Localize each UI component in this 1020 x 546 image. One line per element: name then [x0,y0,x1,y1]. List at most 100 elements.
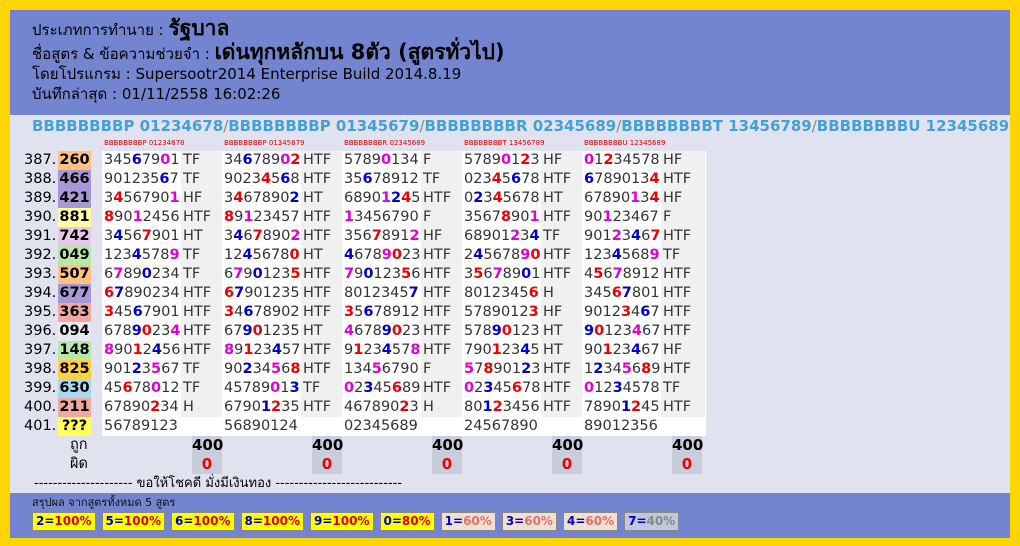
formula-digits: 35678912 [344,228,420,244]
formula-digits: 01234578 [584,380,660,396]
formula-position-tag: HTF [661,398,705,417]
formula-cell: 68901245 HTF [342,189,466,208]
formula-column: BBBBBBBBU 12345689 01234578 HF 67890134 HTF 6… [582,138,706,436]
formula-cell: 67901235 HTF [222,284,346,303]
formula-cell: 90234568 HTF [222,360,346,379]
formula-digits: 02345689 [344,380,421,396]
formula-summary-box: 400 0 [552,436,583,474]
summary-badge: 4=60% [562,512,619,531]
formula-cell: 67890134 HF [582,189,706,208]
formula-digits: 57890134 [344,152,419,168]
formula-digits: 34678902 [224,190,300,206]
formula-cell: 02345678 HTF [462,170,586,189]
formula-digits: 57890123 [464,361,541,377]
formula-position-tag: H [541,284,585,303]
formula-cell: 46789023 HTF [342,322,466,341]
miss-count: 0 [561,455,573,473]
formula-cell: 78901245 HTF [582,398,706,417]
formula-position-tag: HTF [661,265,705,284]
formula-position-tag: HTF [661,322,705,341]
formula-digits: 02345689 [344,418,418,434]
summary-badge: 8=100% [240,512,304,531]
formula-position-tag: HF [541,303,585,322]
formula-position-tag: F [661,208,705,227]
formula-position-tag: HTF [181,284,225,303]
draw-number: 400. [24,399,57,415]
formula-position-tag: HTF [181,208,225,227]
formula-digits: 56789123 [104,418,178,434]
formula-position-tag: HTF [421,341,465,360]
formula-cell: 90123567 TF [102,360,226,379]
formula-cell: 90123467 F [582,208,706,227]
prediction-type-line: ประเภทการทำนาย : รัฐบาล [32,16,1010,40]
draw-result: 094 [58,322,91,341]
draw-number: 391. [24,228,57,244]
formula-cell: 57890134 F [342,151,466,170]
draw-number: 390. [24,209,57,225]
formula-digits: 56890124 [224,418,298,434]
draw-row-label: 393. 507 [24,265,91,284]
formula-cell: 02345689 HTF [342,379,466,398]
formula-cell: 46789023 H [342,398,466,417]
draw-number: 397. [24,342,57,358]
prediction-type-value: รัฐบาล [168,16,230,40]
formula-mini-title: BBBBBBBBT 13456789 [464,139,545,147]
prediction-type-label: ประเภทการทำนาย : [32,21,164,39]
formula-cell: 67901235 HTF [222,398,346,417]
formula-cell: 35678901 HTF [462,208,586,227]
formula-position-tag: HTF [181,303,225,322]
formula-digits: 34567901 [104,152,180,168]
formula-position-tag: HTF [541,265,585,284]
draw-row-label: 389. 421 [24,189,91,208]
formula-name-label: ชื่อสูตร & ข้อความช่วยจำ : [32,45,210,63]
formula-digits: 68901234 [464,228,540,244]
formula-cell: 90123467 HTF [582,227,706,246]
formula-mini-title: BBBBBBBBU 12345689 [584,139,666,147]
hit-count: 400 [192,436,224,454]
draw-result: 742 [58,227,91,246]
badge-digit: 8 [244,514,253,528]
summary-badge: 9=100% [310,512,374,531]
formula-digits: 67890134 [584,190,660,206]
badge-percent: 100% [262,514,300,528]
formula-digits: 90123467 [584,323,661,339]
formula-digits: 02345678 [464,380,541,396]
draw-result: ??? [58,417,91,436]
draw-number: 394. [24,285,57,301]
formula-cell: 89012456 HTF [102,341,226,360]
formula-cell: 34567901 TF [102,151,226,170]
hit-count: 400 [432,436,464,454]
formula-cell: 34678902 HTF [222,151,346,170]
formula-summary-box: 400 0 [432,436,464,474]
formula-position-tag: HF [421,227,465,246]
formula-bar: BBBBBBBBP 01234678/BBBBBBBBP 01345679/BB… [10,116,1010,136]
formula-cell: 90123467 HTF [582,322,706,341]
formula-position-tag: HTF [541,360,585,379]
report-header: ประเภทการทำนาย : รัฐบาล ชื่อสูตร & ข้อคว… [10,10,1010,115]
formula-cell: 89123457 HTF [222,208,346,227]
draw-number: 388. [24,171,57,187]
formula-position-tag: H [421,398,465,417]
formula-name-value: เด่นทุกหลักบน 8ตัว (สูตรทั่วไป) [214,40,505,64]
formula-digits: 90234568 [224,361,301,377]
formula-digits: 90123467 [584,228,661,244]
formula-position-tag: HT [541,322,585,341]
summary-badge: 1=60% [440,512,496,531]
formula-cell: 89123457 HTF [222,341,346,360]
formula-digits: 45678012 [104,380,180,396]
formula-position-tag: HTF [541,379,585,398]
formula-digits: 34567901 [104,228,180,244]
formula-cell: 89012456 HTF [102,208,226,227]
formula-position-tag: HTF [661,284,705,303]
formula-cell: 67901235 HT [222,322,346,341]
formula-cell: 56890124 [222,417,346,436]
formula-bar-item: BBBBBBBBT 13456789 [621,117,812,135]
formula-position-tag: H [181,398,225,417]
formula-digits: 67901235 [224,285,300,301]
formula-position-tag: HTF [301,265,345,284]
formula-column: BBBBBBBBT 13456789 57890123 HF 02345678 HTF 0… [462,138,586,436]
badge-percent: 80% [401,514,431,528]
summary-footer: สรุปผล จากสูตรทั้งหมด 5 สูตร 2=100% 5=100… [10,493,1010,538]
program-label: โดยโปรแกรม : [32,65,131,83]
formula-summary-box: 400 0 [312,436,343,474]
